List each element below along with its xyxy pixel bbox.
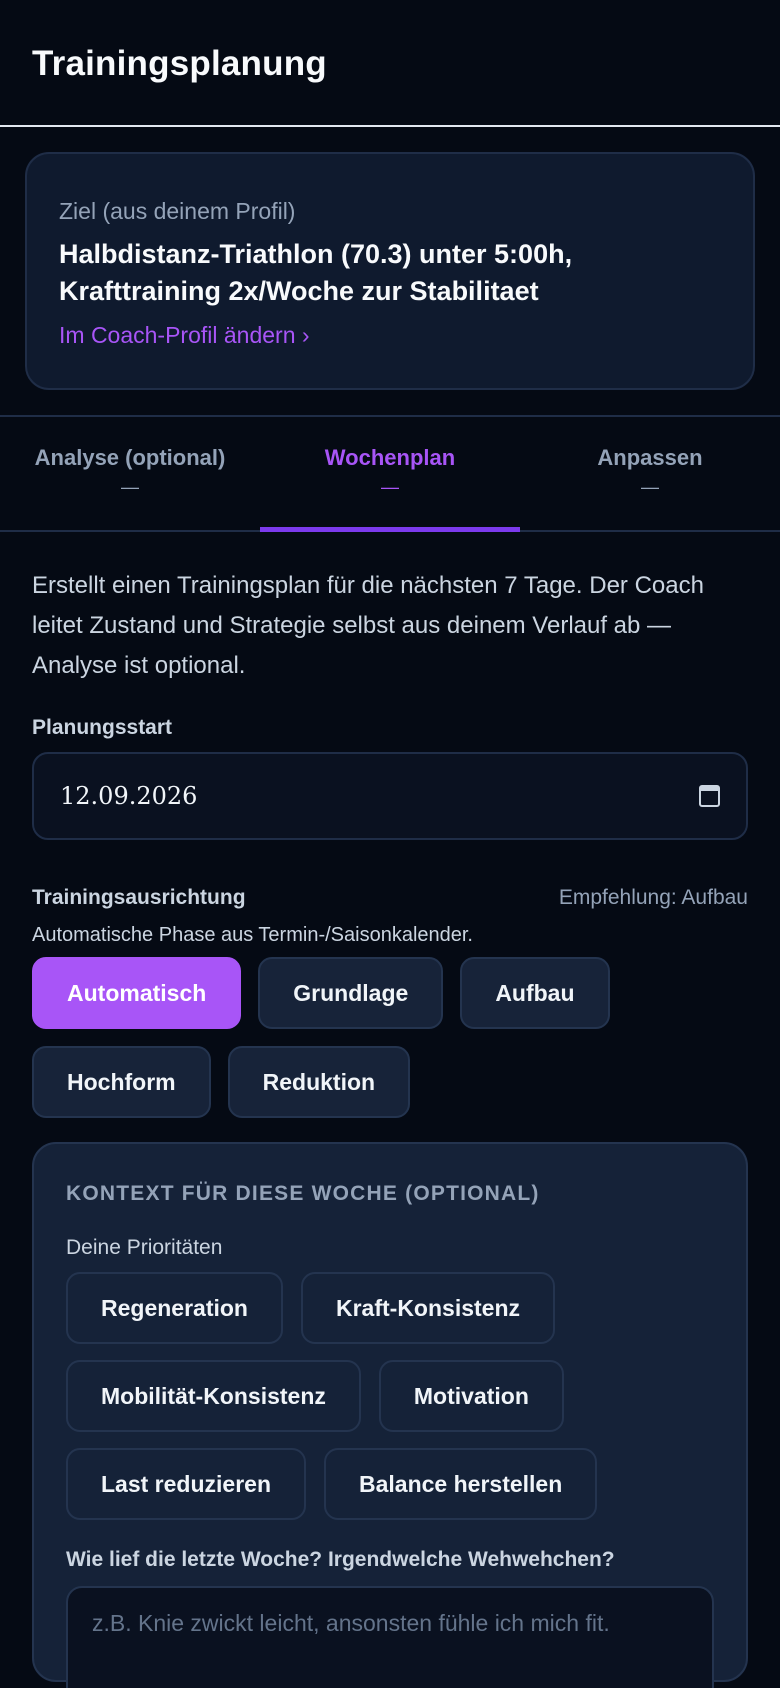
priorities-label: Deine Prioritäten [66, 1236, 223, 1259]
planning-start-label: Planungsstart [32, 716, 173, 739]
priority-regeneration[interactable]: Regeneration [66, 1272, 283, 1344]
plan-description: Erstellt einen Trainingsplan für die näc… [32, 572, 704, 679]
last-week-label: Wie lief die letzte Woche? Irgendwelche … [66, 1548, 615, 1571]
tab-sub: — [641, 477, 659, 497]
date-value: 12.09.2026 [60, 782, 198, 810]
context-title: KONTEXT FÜR DIESE WOCHE (OPTIONAL) [66, 1182, 540, 1205]
priority-motivation[interactable]: Motivation [378, 1360, 564, 1432]
calendar-icon[interactable] [699, 785, 720, 807]
recommendation-text: Empfehlung: Aufbau [558, 886, 748, 909]
tab-bar: Analyse (optional) — Wochenplan — Anpass… [0, 415, 780, 532]
tab-anpassen[interactable]: Anpassen — [520, 417, 780, 530]
priority-last-reduzieren[interactable]: Last reduzieren [66, 1448, 306, 1520]
priority-balance-herstellen[interactable]: Balance herstellen [324, 1448, 598, 1520]
orientation-header: Trainingsausrichtung Empfehlung: Aufbau [32, 886, 748, 910]
orientation-option-hochform[interactable]: Hochform [32, 1046, 211, 1118]
planning-start-date-input[interactable]: 12.09.2026 [32, 752, 748, 840]
priority-kraft-konsistenz[interactable]: Kraft-Konsistenz [300, 1272, 555, 1344]
context-card: KONTEXT FÜR DIESE WOCHE (OPTIONAL) Deine… [32, 1142, 748, 1688]
goal-card: Ziel (aus deinem Profil) Halbdistanz-Tri… [25, 152, 755, 390]
tab-sub: — [121, 477, 139, 497]
orientation-label: Trainingsausrichtung [32, 886, 246, 909]
tab-label: Analyse (optional) [34, 445, 226, 470]
orientation-options: Automatisch Grundlage Aufbau Hochform Re… [32, 957, 748, 1118]
orientation-option-grundlage[interactable]: Grundlage [258, 957, 444, 1029]
orientation-option-automatisch[interactable]: Automatisch [32, 957, 242, 1029]
orientation-option-aufbau[interactable]: Aufbau [460, 957, 610, 1029]
tab-label: Anpassen [597, 445, 703, 470]
orientation-option-reduktion[interactable]: Reduktion [227, 1046, 411, 1118]
tab-label: Wochenplan [324, 445, 456, 470]
header: Trainingsplanung [0, 0, 780, 127]
priority-options: Regeneration Kraft-Konsistenz Mobilität-… [66, 1272, 714, 1520]
orientation-hint: Automatische Phase aus Termin-/Saisonkal… [32, 924, 473, 946]
priority-mobilitaet-konsistenz[interactable]: Mobilität-Konsistenz [66, 1360, 361, 1432]
page-title: Trainingsplanung [32, 44, 327, 83]
last-week-textarea[interactable]: z.B. Knie zwickt leicht, ansonsten fühle… [66, 1586, 714, 1688]
goal-label: Ziel (aus deinem Profil) [59, 198, 296, 224]
tab-analyse[interactable]: Analyse (optional) — [0, 417, 260, 530]
coach-profile-link[interactable]: Im Coach-Profil ändern › [59, 322, 310, 349]
tab-wochenplan[interactable]: Wochenplan — [260, 417, 520, 532]
main-content: Erstellt einen Trainingsplan für die näc… [0, 566, 780, 1688]
textarea-placeholder: z.B. Knie zwickt leicht, ansonsten fühle… [92, 1610, 610, 1636]
goal-text: Halbdistanz-Triathlon (70.3) unter 5:00h… [59, 239, 573, 306]
tab-sub: — [381, 477, 399, 497]
